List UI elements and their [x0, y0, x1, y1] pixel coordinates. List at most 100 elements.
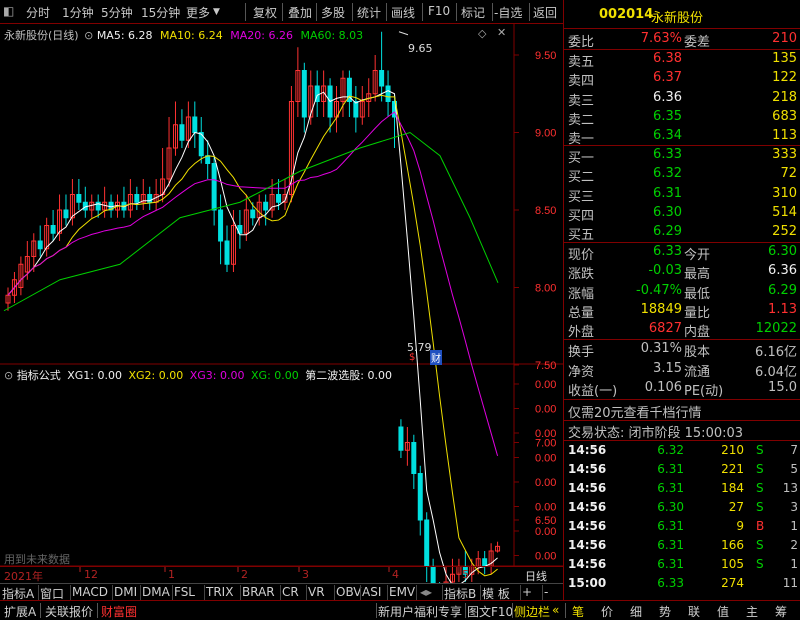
promo-text[interactable]: 仅需20元查看千档行情 — [568, 402, 702, 421]
trade-status: 交易状态: 闭市阶段 15:00:03 — [568, 426, 744, 441]
bottom-mid-1[interactable]: 图文F10 — [467, 603, 513, 620]
ask-price[interactable]: 6.38 — [634, 51, 682, 66]
stat-label: 总量 — [568, 305, 595, 321]
stat-label: 涨跌 — [568, 267, 595, 283]
bottom-bar: 扩展A 关联报价 财富圈 新用户福利专享 图文F10 侧边栏 « 笔价细势联值主筹 — [0, 600, 800, 620]
bid-label: 买三 — [568, 189, 595, 205]
tick-row: 15:00 6.33 274 11 — [564, 575, 800, 594]
bottom-tab-2[interactable]: 细 — [630, 603, 642, 620]
tab-7[interactable]: BRAR — [242, 585, 275, 599]
xg3-label: XG3: 0.00 — [189, 369, 245, 382]
tab-10[interactable]: OBV — [336, 585, 362, 599]
tab-3[interactable]: DMI — [114, 585, 137, 599]
candle-body — [63, 209, 69, 219]
settings-icon[interactable]: ⊙ — [84, 29, 93, 42]
tick-row: 14:56 6.31 105 S 1 — [564, 556, 800, 575]
bottom-tab-7[interactable]: 筹 — [775, 603, 787, 620]
bottom-tab-1[interactable]: 价 — [601, 603, 613, 620]
tab-12[interactable]: EMV — [389, 585, 415, 599]
indicator-tabs: 指标A 窗口 MACD DMI DMA FSL TRIX BRAR CR VR OBV ASI EMV 指… — [0, 583, 563, 601]
promo-row[interactable]: 仅需20元查看千档行情 — [564, 401, 800, 421]
stat-value: -0.47% — [636, 282, 682, 298]
ask-price[interactable]: 6.34 — [634, 128, 682, 143]
tick-count: 7 — [790, 443, 798, 457]
bottom-tab-0[interactable]: 笔 — [572, 603, 584, 620]
stat-row: 总量 18849 量比 1.13 — [564, 301, 800, 321]
dividend-icon[interactable]: $ — [409, 352, 415, 363]
tick-row: 14:56 6.31 221 S 5 — [564, 461, 800, 480]
tab-6[interactable]: TRIX — [206, 585, 233, 599]
tick-price: 6.31 — [657, 462, 684, 476]
tab-16[interactable]: - — [544, 585, 548, 599]
bid-row: 买四 6.30 514 — [564, 204, 800, 224]
bid-price[interactable]: 6.32 — [634, 166, 682, 181]
bottom-tab-5[interactable]: 值 — [717, 603, 729, 620]
tab-15[interactable]: + — [522, 585, 532, 599]
bid-price[interactable]: 6.30 — [634, 205, 682, 220]
stat-label: 现价 — [568, 248, 595, 263]
fund-label: 换手 — [568, 345, 595, 360]
bid-price[interactable]: 6.33 — [634, 147, 682, 162]
price-tick-label: 8.50 — [535, 205, 556, 217]
bottom-left-0[interactable]: 扩展A — [4, 603, 36, 620]
bottom-tab-6[interactable]: 主 — [746, 603, 758, 620]
ask-row: 卖二 6.35 683 — [564, 108, 800, 128]
tick-count: 1 — [790, 557, 798, 571]
tab-divider — [360, 585, 361, 600]
tab-2[interactable]: MACD — [72, 585, 108, 599]
indicator-tick-label: 0.00 — [535, 379, 556, 391]
bottom-mid-0[interactable]: 新用户福利专享 — [378, 603, 462, 620]
chevron-right-icon[interactable]: ◂▸ — [420, 585, 432, 599]
stat-label: 最低 — [684, 286, 711, 302]
candle-body — [379, 70, 385, 87]
double-chevron-icon[interactable]: « — [552, 603, 559, 617]
stat-label: 今开 — [684, 248, 711, 263]
tab-4[interactable]: DMA — [142, 585, 170, 599]
bid-price[interactable]: 6.29 — [634, 224, 682, 239]
status-row: 交易状态: 闭市阶段 15:00:03 — [564, 421, 800, 441]
bid-volume: 310 — [772, 185, 797, 201]
quote-panel: 002014 永新股份 委比 7.63% 委差 210 仅需20元查看千档行情 … — [563, 0, 800, 600]
tick-time: 14:56 — [568, 500, 607, 514]
candle-body — [179, 124, 185, 141]
tick-side: S — [756, 500, 764, 514]
close-icon[interactable]: ✕ — [497, 26, 506, 39]
stat-value: -0.03 — [648, 263, 682, 279]
ask-price[interactable]: 6.36 — [634, 90, 682, 105]
tick-price: 6.32 — [657, 443, 684, 457]
bid-row: 买五 6.29 252 — [564, 223, 800, 243]
bottom-tab-3[interactable]: 势 — [659, 603, 671, 620]
settings-icon[interactable]: ⊙ — [4, 369, 13, 382]
ask-label: 卖一 — [568, 132, 595, 148]
bottom-divider — [40, 603, 41, 618]
ask-price[interactable]: 6.37 — [634, 70, 682, 85]
candle-body — [276, 194, 282, 203]
kline-chart[interactable]: 9.509.008.508.007.507.006.506.00 0.000.0… — [0, 0, 563, 600]
bottom-left-2[interactable]: 财富圈 — [101, 603, 137, 620]
diamond-icon[interactable]: ◇ — [478, 27, 486, 40]
tab-9[interactable]: VR — [308, 585, 325, 599]
month-label: 5 — [462, 568, 469, 581]
stock-code: 002014 — [599, 7, 654, 22]
indicator-tick-label: 0.00 — [535, 428, 556, 440]
ask-price[interactable]: 6.35 — [634, 109, 682, 124]
candle-body — [263, 201, 269, 211]
ask-row: 卖一 6.34 113 — [564, 127, 800, 148]
bid-price[interactable]: 6.31 — [634, 186, 682, 201]
second-wave-label: 第二波选股: 0.00 — [305, 369, 392, 382]
finance-badge[interactable]: 财 — [430, 350, 442, 365]
fund-row: 收益(一) 0.106 PE(动) 15.0 — [564, 379, 800, 399]
tick-side: S — [756, 557, 764, 571]
bottom-mid-2[interactable]: 侧边栏 — [514, 603, 550, 620]
tab-11[interactable]: ASI — [362, 585, 381, 599]
tick-count: 2 — [790, 538, 798, 552]
bottom-tab-4[interactable]: 联 — [688, 603, 700, 620]
stat-value: 6.30 — [768, 244, 797, 259]
tab-divider — [306, 585, 307, 600]
tab-5[interactable]: FSL — [174, 585, 195, 599]
bottom-left-1[interactable]: 关联报价 — [45, 603, 93, 620]
period-label[interactable]: 日线 — [525, 568, 547, 584]
tab-8[interactable]: CR — [282, 585, 299, 599]
indicator-name[interactable]: 指标公式 — [17, 369, 61, 382]
fund-value: 0.31% — [640, 341, 682, 356]
